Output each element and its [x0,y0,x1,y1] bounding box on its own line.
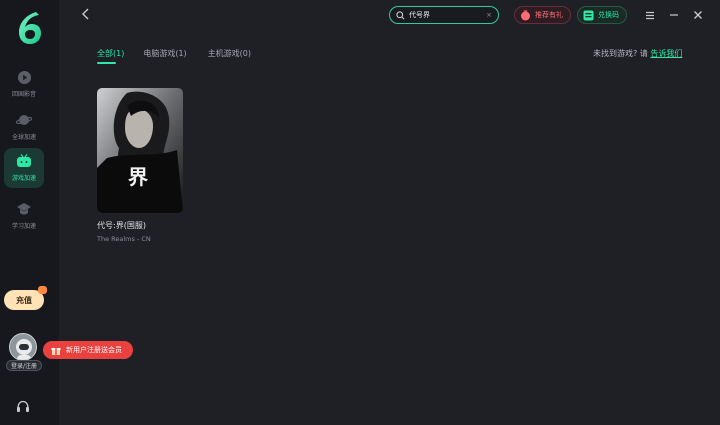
search-box[interactable]: × [389,6,499,24]
clear-search-icon[interactable]: × [486,11,492,19]
gamepad-icon [15,152,33,170]
sidebar: 回国影音 全球加速 游戏加速 学习加速 充值 登录/注册 [0,0,59,425]
not-found-text: 未找到游戏? 请 [593,49,648,58]
game-card[interactable]: 界 代号:界(国服) The Realms - CN [97,88,183,243]
promo-label: 新用户注册送会员 [66,346,122,354]
headset-icon[interactable] [16,400,30,413]
recharge-label: 充值 [16,295,32,305]
recommend-gift-button[interactable]: 推荐有礼 [514,6,571,24]
astronaut-avatar-icon [9,333,37,361]
tab-console-games[interactable]: 主机游戏(0) [208,48,251,59]
menu-icon[interactable] [644,9,656,21]
sidebar-item-video[interactable]: 回国影音 [4,64,44,102]
sidebar-item-game[interactable]: 游戏加速 [4,148,44,188]
sidebar-item-study[interactable]: 学习加速 [4,196,44,234]
tab-all[interactable]: 全部(1) [97,48,124,59]
recharge-badge-icon [38,286,47,294]
recharge-button[interactable]: 充值 [4,286,47,310]
gift-bag-icon [521,9,530,20]
search-icon [396,10,405,19]
game-title: 代号:界(国服) [97,221,146,230]
search-input[interactable] [409,11,481,19]
app-logo [19,12,41,44]
planet-icon [15,111,33,129]
minimize-icon[interactable] [668,9,680,21]
avatar[interactable] [9,333,39,363]
play-circle-icon [15,68,33,86]
ticket-icon [583,10,594,20]
game-cover-image: 界 [97,88,183,213]
tab-pc-games[interactable]: 电脑游戏(1) [143,48,186,59]
sidebar-item-label: 学习加速 [11,223,36,230]
back-arrow-icon[interactable] [80,7,92,21]
cover-glyph: 界 [128,165,148,189]
new-user-promo-button[interactable]: 新用户注册送会员 [43,341,133,359]
sidebar-item-label: 全球加速 [11,134,36,141]
active-tab-indicator [97,62,116,64]
gift-icon [51,347,61,355]
category-tabs: 全部(1) 电脑游戏(1) 主机游戏(0) [97,48,251,59]
redeem-label: 兑换码 [598,11,619,19]
graduation-cap-icon [15,200,33,218]
not-found-hint: 未找到游戏? 请 告诉我们 [593,48,682,59]
sidebar-item-global[interactable]: 全球加速 [4,107,44,145]
close-icon[interactable] [692,9,704,21]
recommend-label: 推荐有礼 [535,11,563,19]
tell-us-link[interactable]: 告诉我们 [650,49,682,58]
login-register-button[interactable]: 登录/注册 [6,360,42,371]
sidebar-item-label: 游戏加速 [11,175,36,182]
game-subtitle: The Realms - CN [97,235,151,243]
sidebar-item-label: 回国影音 [11,91,36,98]
redeem-code-button[interactable]: 兑换码 [577,6,627,24]
